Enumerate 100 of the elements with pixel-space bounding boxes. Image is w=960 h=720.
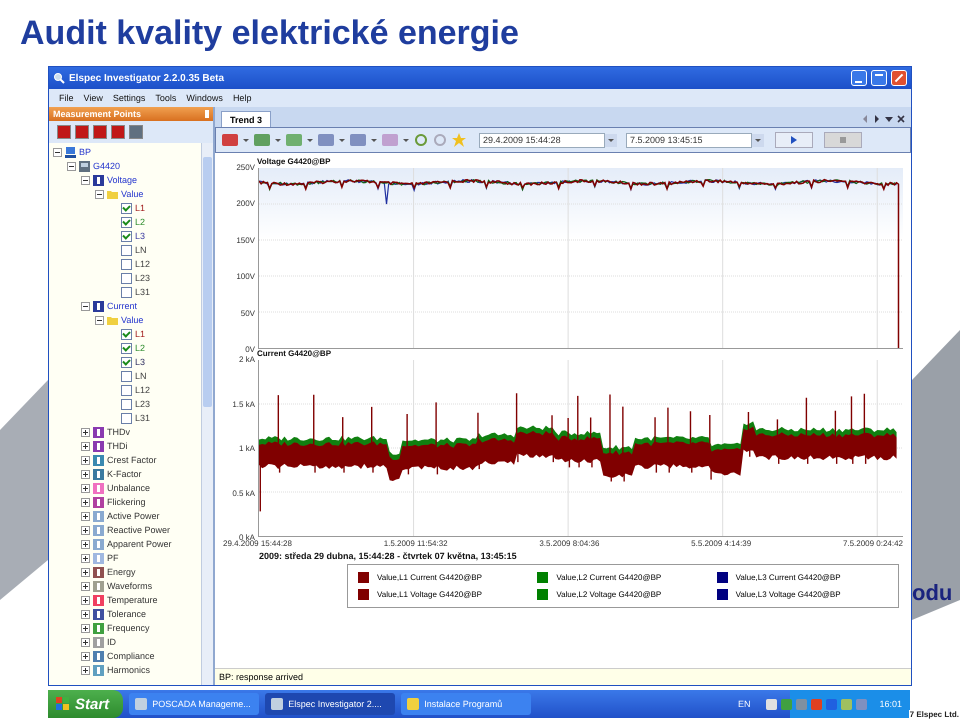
menu-item[interactable]: Tools [155, 93, 176, 103]
expand-icon[interactable] [81, 596, 90, 604]
tree-item-label[interactable]: ID [107, 637, 116, 647]
tree-item-label[interactable]: Harmonics [107, 665, 150, 675]
tree-item-label[interactable]: Compliance [107, 651, 155, 661]
tree-item-label[interactable]: Tolerance [107, 609, 146, 619]
taskbar-button[interactable]: POSCADA Manageme... [129, 693, 260, 715]
caret-icon[interactable] [403, 138, 409, 144]
menu-item[interactable]: View [84, 93, 103, 103]
collapse-icon[interactable] [95, 316, 104, 324]
tree-item-label[interactable]: LN [135, 245, 147, 255]
caret-icon[interactable] [371, 138, 377, 144]
tree-item-label[interactable]: L12 [135, 385, 150, 395]
tree-item-label[interactable]: L31 [135, 413, 150, 423]
checkbox[interactable] [121, 342, 132, 354]
caret-icon[interactable] [885, 115, 893, 123]
tree-item-label[interactable]: Temperature [107, 595, 158, 605]
tree-item-label[interactable]: L23 [135, 399, 150, 409]
expand-icon[interactable] [81, 582, 90, 590]
tree-item-label[interactable]: Crest Factor [107, 455, 157, 465]
collapse-icon[interactable] [95, 190, 104, 198]
expand-icon[interactable] [81, 624, 90, 632]
expand-icon[interactable] [81, 526, 90, 534]
date-field[interactable]: 7.5.2009 13:45:15 [626, 132, 752, 148]
collapse-icon[interactable] [67, 162, 76, 170]
close-button[interactable] [891, 70, 907, 86]
tree-item-label[interactable]: L1 [135, 203, 146, 213]
tree-item-label[interactable]: L3 [135, 357, 146, 367]
tree-item-label[interactable]: L2 [135, 343, 146, 353]
dropdown-button[interactable] [752, 134, 764, 146]
checkbox[interactable] [121, 258, 132, 270]
tree-item-label[interactable]: PF [107, 553, 119, 563]
expand-icon[interactable] [81, 540, 90, 548]
tree-item-label[interactable]: G4420 [93, 161, 120, 171]
expand-icon[interactable] [81, 498, 90, 506]
tree-item-label[interactable]: Value [121, 315, 144, 325]
tree-item-label[interactable]: Frequency [107, 623, 150, 633]
checkbox[interactable] [121, 272, 132, 284]
expand-icon[interactable] [81, 456, 90, 464]
tree-item-label[interactable]: Apparent Power [107, 539, 172, 549]
expand-icon[interactable] [81, 470, 90, 478]
expand-icon[interactable] [81, 428, 90, 436]
language-indicator[interactable]: EN [738, 699, 750, 709]
collapse-icon[interactable] [81, 302, 90, 310]
expand-icon[interactable] [81, 610, 90, 618]
scrollbar[interactable] [201, 143, 213, 685]
checkbox[interactable] [121, 370, 132, 382]
right-arrow-icon[interactable] [873, 115, 881, 123]
expand-icon[interactable] [81, 666, 90, 674]
maximize-button[interactable] [871, 70, 887, 86]
dropdown-button[interactable] [605, 134, 617, 146]
checkbox[interactable] [121, 328, 132, 340]
date-field[interactable]: 29.4.2009 15:44:28 [479, 132, 605, 148]
expand-icon[interactable] [81, 484, 90, 492]
taskbar-button[interactable]: Instalace Programů [401, 693, 532, 715]
expand-icon[interactable] [81, 512, 90, 520]
checkbox[interactable] [121, 216, 132, 228]
tree-item-label[interactable]: THDv [107, 427, 130, 437]
checkbox[interactable] [121, 202, 132, 214]
tree-item-label[interactable]: BP [79, 147, 92, 157]
expand-icon[interactable] [81, 638, 90, 646]
tree-item-label[interactable]: L12 [135, 259, 150, 269]
checkbox[interactable] [121, 230, 132, 242]
tree-item-label[interactable]: Waveforms [107, 581, 152, 591]
tree-item-label[interactable]: K-Factor [107, 469, 142, 479]
expand-icon[interactable] [81, 652, 90, 660]
tree-item-label[interactable]: Reactive Power [107, 525, 170, 535]
checkbox[interactable] [121, 384, 132, 396]
tree-item-label[interactable]: Flickering [107, 497, 146, 507]
tree-item-label[interactable]: Unbalance [107, 483, 150, 493]
tree-item-label[interactable]: THDi [107, 441, 128, 451]
tree-item-label[interactable]: LN [135, 371, 147, 381]
caret-icon[interactable] [307, 138, 313, 144]
minimize-button[interactable] [851, 70, 867, 86]
menu-item[interactable]: Windows [186, 93, 223, 103]
tray-icon[interactable] [766, 698, 778, 710]
menu-item[interactable]: Settings [112, 93, 146, 103]
tree-item-label[interactable]: Voltage [107, 175, 138, 185]
tree-item-label[interactable]: L23 [135, 273, 150, 283]
tree-item-label[interactable]: L31 [135, 287, 150, 297]
tab[interactable]: Trend 3 [221, 111, 272, 127]
caret-icon[interactable] [275, 138, 281, 144]
star-icon[interactable] [452, 133, 466, 147]
checkbox[interactable] [121, 412, 132, 424]
collapse-icon[interactable] [81, 176, 90, 184]
tree-item-label[interactable]: Current [107, 301, 138, 311]
tree-item-label[interactable]: Value [121, 189, 144, 199]
tree-item-label[interactable]: Energy [107, 567, 136, 577]
menu-item[interactable]: File [59, 93, 74, 103]
caret-icon[interactable] [339, 138, 345, 144]
taskbar-button[interactable]: Elspec Investigator 2.... [265, 693, 396, 715]
expand-icon[interactable] [81, 554, 90, 562]
checkbox[interactable] [121, 244, 132, 256]
checkbox[interactable] [121, 356, 132, 368]
tree-item-label[interactable]: L1 [135, 329, 146, 339]
tree-item-label[interactable]: Active Power [107, 511, 160, 521]
close-icon[interactable] [897, 115, 905, 123]
checkbox[interactable] [121, 398, 132, 410]
expand-icon[interactable] [81, 568, 90, 576]
caret-icon[interactable] [243, 138, 249, 144]
